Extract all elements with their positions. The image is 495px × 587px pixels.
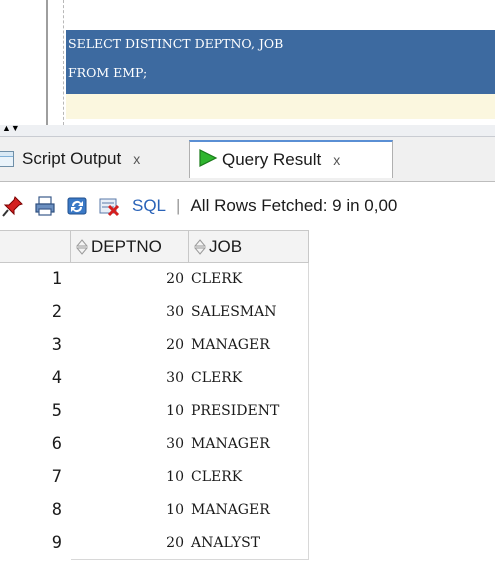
print-icon[interactable]: [34, 195, 56, 217]
cell-job[interactable]: MANAGER: [191, 329, 309, 362]
tab-script-output-close-icon[interactable]: x: [133, 151, 140, 167]
table-row[interactable]: 8 10 MANAGER: [0, 494, 495, 527]
splitter-arrows-icon[interactable]: ▲▼: [2, 124, 20, 133]
cell-deptno[interactable]: 30: [71, 428, 189, 461]
panel-splitter[interactable]: ▲▼: [0, 124, 495, 137]
cell-deptno[interactable]: 20: [71, 527, 189, 560]
cell-deptno[interactable]: 10: [71, 461, 189, 494]
result-toolbar: SQL | All Rows Fetched: 9 in 0,00: [0, 183, 495, 228]
column-header-job[interactable]: JOB: [189, 231, 309, 263]
sort-icon[interactable]: [193, 238, 207, 256]
fold-guide: [63, 0, 64, 125]
grid-header: DEPTNO JOB: [0, 230, 309, 263]
tab-script-output[interactable]: Script Output x: [0, 140, 187, 178]
gutter-divider: [46, 0, 48, 125]
cell-job[interactable]: CLERK: [191, 263, 309, 296]
cell-job[interactable]: ANALYST: [191, 527, 309, 560]
cancel-query-icon[interactable]: [98, 195, 120, 217]
result-tabbar: Script Output x Query Result x: [0, 137, 495, 182]
tab-script-output-label: Script Output: [22, 149, 122, 168]
row-number[interactable]: 6: [0, 428, 68, 461]
cell-deptno[interactable]: 20: [71, 263, 189, 296]
tab-query-result-label: Query Result: [222, 150, 322, 169]
table-row[interactable]: 4 30 CLERK: [0, 362, 495, 395]
sort-icon[interactable]: [75, 238, 89, 256]
cell-deptno[interactable]: 10: [71, 494, 189, 527]
sql-editor[interactable]: SELECT DISTINCT DEPTNO, JOB FROM EMP;: [0, 0, 495, 125]
cell-deptno[interactable]: 30: [71, 362, 189, 395]
cell-job[interactable]: MANAGER: [191, 428, 309, 461]
table-row[interactable]: 7 10 CLERK: [0, 461, 495, 494]
row-number[interactable]: 4: [0, 362, 68, 395]
cell-job[interactable]: MANAGER: [191, 494, 309, 527]
header-row-number: [0, 231, 71, 263]
cell-deptno[interactable]: 20: [71, 329, 189, 362]
column-header-job-label: JOB: [209, 237, 243, 256]
pin-icon[interactable]: [2, 195, 24, 217]
tab-query-result[interactable]: Query Result x: [189, 140, 393, 178]
code-line-1[interactable]: SELECT DISTINCT DEPTNO, JOB: [68, 35, 283, 53]
row-number[interactable]: 1: [0, 263, 68, 296]
sql-link[interactable]: SQL: [132, 196, 166, 216]
table-row[interactable]: 6 30 MANAGER: [0, 428, 495, 461]
refresh-icon[interactable]: [66, 195, 88, 217]
column-header-deptno[interactable]: DEPTNO: [71, 231, 189, 263]
toolbar-separator: |: [176, 195, 181, 215]
code-line-2[interactable]: FROM EMP;: [68, 64, 147, 82]
table-row[interactable]: 3 20 MANAGER: [0, 329, 495, 362]
current-line-highlight: [66, 94, 495, 119]
row-number[interactable]: 9: [0, 527, 68, 560]
table-row[interactable]: 9 20 ANALYST: [0, 527, 495, 560]
cell-job[interactable]: PRESIDENT: [191, 395, 309, 428]
cell-deptno[interactable]: 10: [71, 395, 189, 428]
fetch-status: All Rows Fetched: 9 in 0,00: [190, 195, 398, 215]
cell-job[interactable]: SALESMAN: [191, 296, 309, 329]
run-icon: [198, 148, 218, 172]
row-number[interactable]: 3: [0, 329, 68, 362]
result-grid[interactable]: DEPTNO JOB 1 20 CLERK 2 30 SALESMAN 3 20…: [0, 230, 495, 587]
cell-job[interactable]: CLERK: [191, 461, 309, 494]
row-number[interactable]: 8: [0, 494, 68, 527]
table-row[interactable]: 1 20 CLERK: [0, 263, 495, 296]
row-number[interactable]: 5: [0, 395, 68, 428]
tab-query-result-close-icon[interactable]: x: [333, 152, 340, 168]
cell-deptno[interactable]: 30: [71, 296, 189, 329]
cell-job[interactable]: CLERK: [191, 362, 309, 395]
row-number[interactable]: 7: [0, 461, 68, 494]
column-header-deptno-label: DEPTNO: [91, 237, 162, 256]
row-number[interactable]: 2: [0, 296, 68, 329]
script-output-icon: [0, 151, 14, 167]
table-row[interactable]: 5 10 PRESIDENT: [0, 395, 495, 428]
table-row[interactable]: 2 30 SALESMAN: [0, 296, 495, 329]
